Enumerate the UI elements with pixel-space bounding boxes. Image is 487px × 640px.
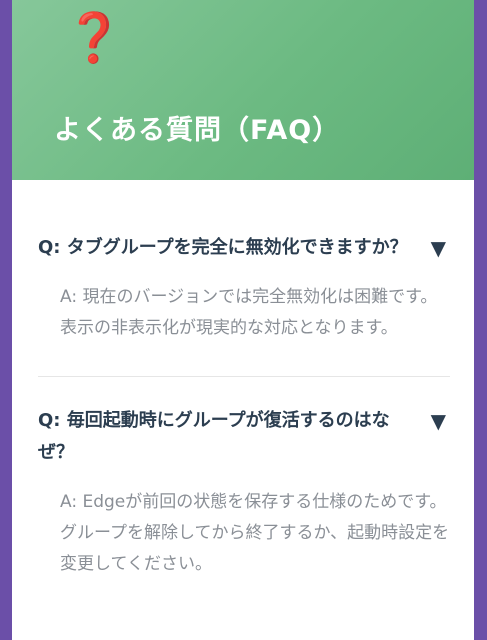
faq-question: Q: タブグループを完全に無効化できますか？ xyxy=(38,237,408,258)
faq-answer: A: Edgeが前回の状態を保存する仕様のためです。グループを解除してから終了す… xyxy=(60,492,450,574)
faq-item: Q: タブグループを完全に無効化できますか？ ▼ A: 現在のバージョンでは完全… xyxy=(38,180,450,377)
chevron-down-icon[interactable]: ▼ xyxy=(431,405,446,437)
faq-header: ❓ よくある質問（FAQ） xyxy=(12,0,474,180)
faq-list: Q: タブグループを完全に無効化できますか？ ▼ A: 現在のバージョンでは完全… xyxy=(12,180,474,612)
faq-item: Q: 毎回起動時にグループが復活するのはなぜ？ ▼ A: Edgeが前回の状態を… xyxy=(38,377,450,612)
faq-question: Q: 毎回起動時にグループが復活するのはなぜ？ xyxy=(38,410,390,463)
faq-question-toggle[interactable]: Q: 毎回起動時にグループが復活するのはなぜ？ ▼ xyxy=(38,405,450,469)
question-mark-icon: ❓ xyxy=(64,10,124,66)
faq-answer: A: 現在のバージョンでは完全無効化は困難です。表示の非表示化が現実的な対応とな… xyxy=(60,287,438,338)
faq-card: ❓ よくある質問（FAQ） Q: タブグループを完全に無効化できますか？ ▼ A… xyxy=(12,0,474,640)
faq-question-toggle[interactable]: Q: タブグループを完全に無効化できますか？ ▼ xyxy=(38,232,450,264)
chevron-down-icon[interactable]: ▼ xyxy=(431,232,446,264)
faq-title: よくある質問（FAQ） xyxy=(54,115,341,146)
